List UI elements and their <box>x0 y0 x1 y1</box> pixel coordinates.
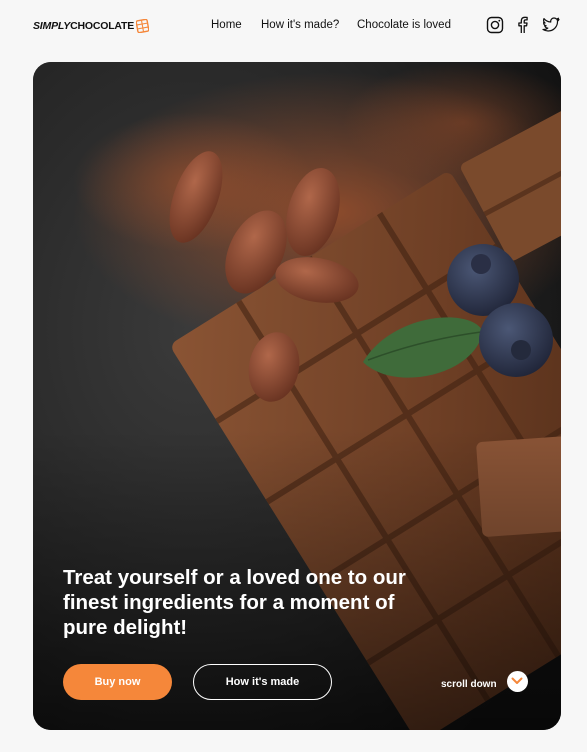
facebook-icon[interactable] <box>514 16 532 34</box>
nav-chocolate-is-loved[interactable]: Chocolate is loved <box>357 19 451 31</box>
site-header: SIMPLY CHOCOLATE Home How it's made? Cho… <box>0 0 587 52</box>
chevron-down-icon <box>506 670 528 692</box>
twitter-icon[interactable] <box>542 16 560 34</box>
logo[interactable]: SIMPLY CHOCOLATE <box>33 19 150 33</box>
how-its-made-button[interactable]: How it's made <box>193 664 332 700</box>
logo-chocolate: CHOCOLATE <box>70 20 135 32</box>
scroll-down-control[interactable]: scroll down <box>441 670 528 692</box>
nav-home[interactable]: Home <box>211 19 242 31</box>
hero-banner: Treat yourself or a loved one to our fin… <box>33 62 561 730</box>
instagram-icon[interactable] <box>486 16 504 34</box>
buy-now-button[interactable]: Buy now <box>63 664 172 700</box>
hero-headline: Treat yourself or a loved one to our fin… <box>63 566 406 639</box>
scroll-down-label: scroll down <box>441 678 497 690</box>
logo-simply: SIMPLY <box>33 20 71 32</box>
nav-how-its-made[interactable]: How it's made? <box>261 19 339 31</box>
chocolate-bar-icon <box>136 19 150 33</box>
